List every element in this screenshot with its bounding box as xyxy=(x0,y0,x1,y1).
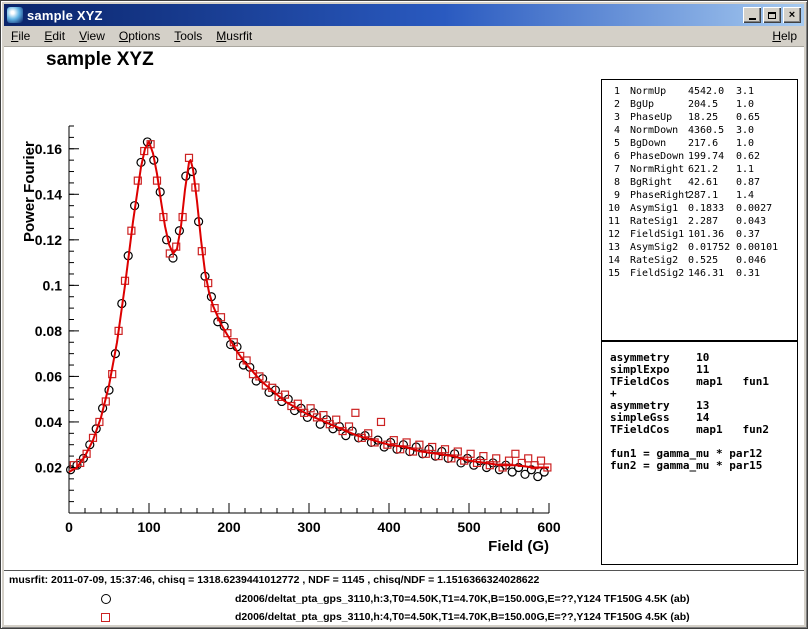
param-row: 8BgRight42.610.87 xyxy=(602,176,797,189)
x-tick-label: 600 xyxy=(537,519,561,535)
app-window: sample XYZ × File Edit View Options Tool… xyxy=(0,0,808,629)
y-tick-label: 0.04 xyxy=(35,414,62,430)
status-divider xyxy=(4,570,804,571)
window-title: sample XYZ xyxy=(27,8,103,23)
param-row: 13AsymSig20.017520.00101 xyxy=(602,241,797,254)
close-icon: × xyxy=(789,10,795,21)
menubar: File Edit View Options Tools Musrfit Hel… xyxy=(4,26,804,47)
minimize-button[interactable] xyxy=(743,7,761,23)
x-tick-label: 0 xyxy=(65,519,73,535)
param-row: 12FieldSig1101.360.37 xyxy=(602,228,797,241)
menu-musrfit[interactable]: Musrfit xyxy=(209,27,259,46)
param-row: 5BgDown217.61.0 xyxy=(602,137,797,150)
data-point-square xyxy=(378,418,385,425)
menu-file[interactable]: File xyxy=(4,27,37,46)
app-icon xyxy=(7,7,23,23)
param-row: 15FieldSig2146.310.31 xyxy=(602,267,797,280)
titlebar[interactable]: sample XYZ × xyxy=(4,4,804,26)
x-axis-title: Field (G) xyxy=(488,538,549,555)
close-button[interactable]: × xyxy=(783,7,801,23)
y-tick-label: 0.16 xyxy=(35,141,62,157)
square-marker-icon xyxy=(101,613,110,622)
y-tick-label: 0.08 xyxy=(35,323,62,339)
menu-help[interactable]: Help xyxy=(765,27,804,46)
legend-entry: d2006/deltat_pta_gps_3110,h:3,T0=4.50K,T… xyxy=(4,590,804,608)
menu-tools[interactable]: Tools xyxy=(167,27,209,46)
param-row: 7NormRight621.21.1 xyxy=(602,163,797,176)
param-row: 14RateSig20.5250.046 xyxy=(602,254,797,267)
x-tick-label: 400 xyxy=(377,519,401,535)
y-tick-label: 0.14 xyxy=(35,186,62,202)
plot-svg: 0 100 200 300 400 500 600 0.02 0.04 0.06 0.08 0.1 0.… xyxy=(4,47,604,571)
maximize-icon xyxy=(768,12,776,19)
fit-status-text: musrfit: 2011-07-09, 15:37:46, chisq = 1… xyxy=(9,574,539,586)
y-tick-label: 0.02 xyxy=(35,459,62,475)
param-row: 6PhaseDown199.740.62 xyxy=(602,150,797,163)
legend-text: d2006/deltat_pta_gps_3110,h:4,T0=4.50K,T… xyxy=(235,611,690,623)
param-row: 10AsymSig10.18330.0027 xyxy=(602,202,797,215)
fit-line xyxy=(69,142,549,472)
menu-edit[interactable]: Edit xyxy=(37,27,72,46)
legend-text: d2006/deltat_pta_gps_3110,h:3,T0=4.50K,T… xyxy=(235,593,690,605)
param-row: 4NormDown4360.53.0 xyxy=(602,124,797,137)
plot-canvas[interactable]: 0 100 200 300 400 500 600 0.02 0.04 0.06 0.08 0.1 0.… xyxy=(4,47,604,571)
y-tick-label: 0.06 xyxy=(35,368,62,384)
canvas-area: sample XYZ 01002003004005006000.020.040.… xyxy=(4,47,804,625)
param-row: 9PhaseRight287.11.4 xyxy=(602,189,797,202)
data-point-square xyxy=(352,409,359,416)
legend-entry: d2006/deltat_pta_gps_3110,h:4,T0=4.50K,T… xyxy=(4,608,804,625)
theory-box: asymmetry 10 simplExpo 11 TFieldCos map1… xyxy=(601,341,798,565)
window-controls: × xyxy=(743,7,801,23)
menu-view[interactable]: View xyxy=(72,27,112,46)
x-tick-label: 500 xyxy=(457,519,481,535)
param-row: 2BgUp204.51.0 xyxy=(602,98,797,111)
menu-options[interactable]: Options xyxy=(112,27,167,46)
x-tick-label: 100 xyxy=(137,519,161,535)
param-row: 11RateSig12.2870.043 xyxy=(602,215,797,228)
data-point-square xyxy=(512,450,519,457)
minimize-icon xyxy=(749,18,756,20)
y-tick-label: 0.1 xyxy=(43,277,63,293)
plot-legend: d2006/deltat_pta_gps_3110,h:3,T0=4.50K,T… xyxy=(4,590,804,625)
parameter-table-box: 1NormUp4542.03.12BgUp204.51.03PhaseUp18.… xyxy=(601,79,798,341)
param-row: 1NormUp4542.03.1 xyxy=(602,85,797,98)
x-tick-label: 300 xyxy=(297,519,321,535)
param-row: 3PhaseUp18.250.65 xyxy=(602,111,797,124)
x-tick-label: 200 xyxy=(217,519,241,535)
theory-text: asymmetry 10 simplExpo 11 TFieldCos map1… xyxy=(602,342,797,472)
y-axis-title: Power Fourier xyxy=(21,141,38,242)
circle-marker-icon xyxy=(101,594,111,604)
y-tick-label: 0.12 xyxy=(35,232,62,248)
maximize-button[interactable] xyxy=(763,7,781,23)
